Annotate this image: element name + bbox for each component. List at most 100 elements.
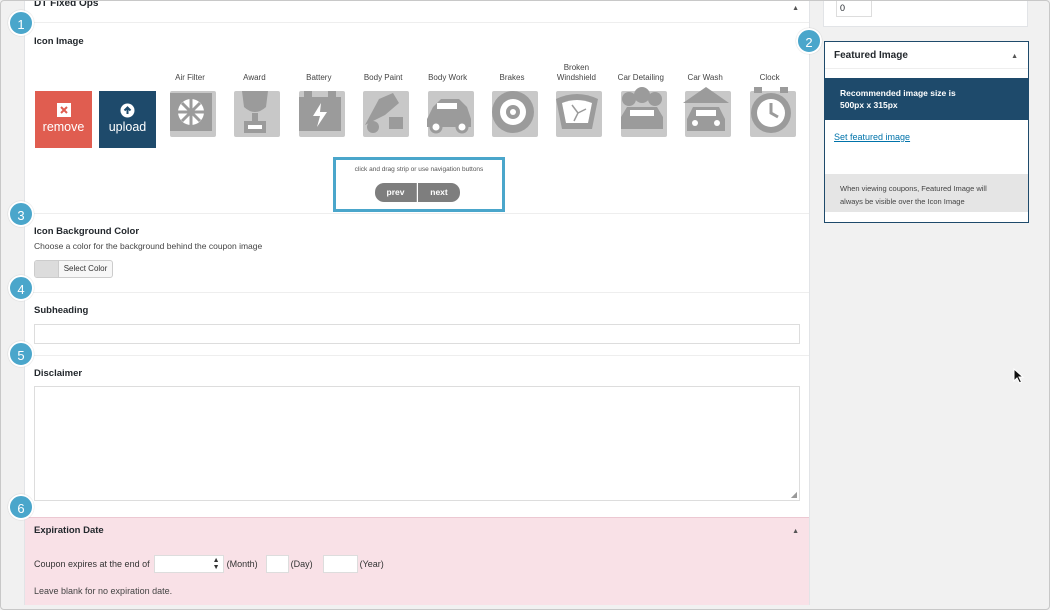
icon-option-label-line: Car Detailing (617, 73, 664, 82)
icon-option-air-filter[interactable]: Air Filter (158, 59, 222, 139)
icon-option-award[interactable]: Award (222, 59, 286, 139)
month-label: (Month) (226, 559, 258, 569)
icon-option-label-line: Battery (306, 73, 332, 82)
prev-button[interactable]: prev (375, 183, 417, 202)
subheading-section: Subheading (25, 293, 809, 356)
icon-option-label: Award (222, 59, 286, 83)
icon-option-brakes[interactable]: Brakes (480, 59, 544, 139)
coupon-meta-panel: DT Fixed Ops ▲ Icon Image remove upload … (24, 1, 810, 605)
expiration-toggle-icon[interactable]: ▲ (792, 528, 799, 535)
panel-toggle-icon[interactable]: ▲ (792, 5, 799, 12)
clock-icon (746, 85, 796, 137)
screenshot-frame: DT Fixed Ops ▲ Icon Image remove upload … (0, 0, 1050, 610)
remove-label: remove (42, 120, 85, 134)
expiration-section: Expiration Date ▲ Coupon expires at the … (25, 517, 809, 605)
select-color-label: Select Color (63, 264, 108, 273)
featured-image-header[interactable]: Featured Image ▲ (825, 42, 1028, 69)
select-color-button[interactable]: Select Color (34, 260, 113, 278)
award-icon (230, 85, 281, 137)
icon-option-broken-windshield[interactable]: Broken Windshield (544, 59, 608, 139)
icon-strip-navigation: click and drag strip or use navigation b… (333, 157, 505, 212)
select-arrows-icon: ▲ ▼ (212, 557, 220, 571)
icon-option-label: Body Work (416, 59, 480, 83)
disclaimer-section: Disclaimer ◢ (25, 356, 809, 517)
icon-option-label: Air Filter (158, 59, 222, 83)
featured-image-title: Featured Image (834, 50, 908, 61)
next-button[interactable]: next (418, 183, 460, 202)
featured-image-box: Featured Image ▲ Recommended image size … (824, 41, 1029, 223)
mouse-cursor-icon (1013, 368, 1025, 384)
close-icon (35, 103, 92, 119)
broken-windshield-icon (552, 85, 603, 137)
set-featured-image-link[interactable]: Set featured image (834, 132, 910, 142)
disclaimer-label: Disclaimer (34, 368, 83, 379)
callout-3: 3 (8, 201, 34, 227)
day-input[interactable] (265, 555, 289, 573)
icon-option-label: Battery (287, 59, 351, 83)
icon-option-car-detailing[interactable]: Car Detailing (609, 59, 673, 139)
body-work-icon (424, 85, 474, 137)
icon-option-car-wash[interactable]: Car Wash (673, 59, 737, 139)
panel-title: DT Fixed Ops (34, 0, 99, 9)
menu-order-box: 0 (823, 1, 1028, 27)
callout-5: 5 (8, 341, 34, 367)
upload-icon-button[interactable]: upload (99, 91, 156, 148)
icon-option-label-line: Air Filter (175, 73, 205, 82)
featured-toggle-icon[interactable]: ▲ (1011, 53, 1018, 60)
icon-option-label: Body Paint (351, 59, 415, 83)
icon-option-label-line: Clock (759, 73, 780, 82)
expiration-label: Expiration Date (34, 525, 104, 536)
expiration-note: Leave blank for no expiration date. (34, 586, 173, 596)
subheading-input[interactable] (34, 324, 800, 344)
upload-icon (99, 103, 156, 119)
menu-order-input[interactable]: 0 (836, 1, 872, 17)
upload-label: upload (108, 120, 147, 134)
icon-option-label-line: Brakes (499, 73, 525, 82)
remove-icon-button[interactable]: remove (35, 91, 92, 148)
subheading-label: Subheading (34, 305, 89, 316)
note-line-2: always be visible over the Icon Image (840, 197, 965, 206)
icon-option-label: Car Wash (673, 59, 737, 83)
disclaimer-textarea[interactable]: ◢ (34, 386, 800, 501)
icon-option-battery[interactable]: Battery (287, 59, 351, 139)
callout-4: 4 (8, 275, 34, 301)
year-input[interactable] (322, 555, 358, 573)
note-line-1: When viewing coupons, Featured Image wil… (840, 184, 987, 193)
day-label: (Day) (290, 559, 313, 569)
featured-image-note: When viewing coupons, Featured Image wil… (825, 174, 1028, 212)
banner-line-1: Recommended image size is (840, 88, 956, 98)
icon-option-body-paint[interactable]: Body Paint (351, 59, 415, 139)
banner-line-2: 500px x 315px (840, 100, 898, 110)
recommended-size-banner: Recommended image size is 500px x 315px (825, 78, 1028, 120)
icon-option-clock[interactable]: Clock (738, 59, 802, 139)
icon-option-label-line: Award (243, 73, 266, 82)
color-swatch (35, 261, 59, 277)
body-paint-icon (359, 85, 410, 137)
background-color-description: Choose a color for the background behind… (34, 241, 263, 251)
icon-option-label: Brakes (480, 59, 544, 83)
icon-option-body-work[interactable]: Body Work (416, 59, 480, 139)
icon-option-label-line: Broken (563, 63, 590, 72)
month-select[interactable]: ▲ ▼ (153, 555, 224, 573)
callout-6: 6 (8, 494, 34, 520)
icon-option-label: Clock (738, 59, 802, 83)
icon-image-label: Icon Image (34, 36, 84, 47)
icon-option-label: Broken Windshield (544, 59, 608, 83)
background-color-label: Icon Background Color (34, 226, 140, 237)
resize-handle-icon[interactable]: ◢ (791, 490, 797, 499)
car-wash-icon (681, 85, 732, 137)
icon-option-label-line: Body Paint (363, 73, 403, 82)
brakes-icon (488, 85, 538, 137)
nav-hint: click and drag strip or use navigation b… (354, 166, 484, 173)
icon-option-label: Car Detailing (609, 59, 673, 83)
callout-2: 2 (796, 28, 822, 54)
icon-option-label-line: Windshield (556, 73, 596, 82)
battery-icon (295, 85, 345, 137)
icon-option-label-line: Car Wash (687, 73, 723, 82)
expiration-prefix: Coupon expires at the end of (34, 559, 150, 569)
background-color-section: Icon Background Color Choose a color for… (25, 214, 809, 293)
car-detailing-icon (617, 85, 667, 137)
expiration-row: Coupon expires at the end of ▲ ▼ (Month) … (34, 555, 384, 573)
year-label: (Year) (359, 559, 384, 569)
panel-header[interactable]: DT Fixed Ops ▲ (25, 1, 809, 23)
